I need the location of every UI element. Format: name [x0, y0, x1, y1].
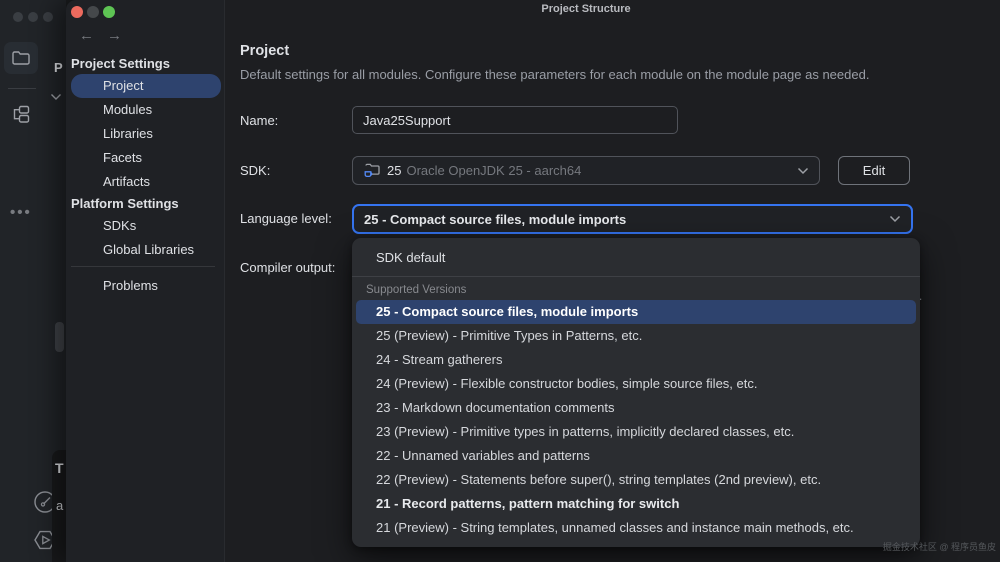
scrollbar-thumb[interactable] [55, 322, 64, 352]
inactive-traffic-light-icon[interactable] [43, 12, 53, 22]
sidebar-item-artifacts[interactable]: Artifacts [71, 170, 221, 194]
ide-tool-strip: ••• P T a [0, 0, 66, 562]
clipped-panel-text: T [55, 460, 64, 476]
dialog-title: Project Structure [541, 3, 631, 15]
maximize-window-icon[interactable] [103, 6, 115, 18]
dropdown-item[interactable]: 24 - Stream gatherers [356, 348, 916, 372]
dropdown-item[interactable]: 23 (Preview) - Primitive types in patter… [356, 420, 916, 444]
dropdown-item[interactable]: 22 (Preview) - Statements before super()… [356, 468, 916, 492]
structure-icon[interactable] [11, 104, 31, 124]
dropdown-item[interactable]: 23 - Markdown documentation comments [356, 396, 916, 420]
chevron-down-icon [797, 167, 809, 174]
folder-icon[interactable] [11, 48, 31, 68]
close-window-icon[interactable] [71, 6, 83, 18]
sidebar-item-project[interactable]: Project [71, 74, 221, 98]
sidebar-divider [71, 266, 215, 267]
name-label: Name: [240, 113, 279, 128]
chevron-down-icon[interactable] [50, 93, 62, 101]
dropdown-item[interactable]: 24 (Preview) - Flexible constructor bodi… [356, 372, 916, 396]
more-tools-icon[interactable]: ••• [10, 204, 32, 221]
sidebar-section-header: Project Settings [71, 56, 170, 71]
sidebar-section-header: Platform Settings [71, 196, 179, 211]
clipped-editor-text: a [56, 498, 64, 513]
language-level-label: Language level: [240, 211, 332, 226]
dropdown-item[interactable]: 21 (Preview) - String templates, unnamed… [356, 516, 916, 540]
page-title: Project [240, 43, 290, 59]
sidebar-item-sdks[interactable]: SDKs [71, 214, 221, 238]
back-icon[interactable]: ← [79, 27, 94, 44]
sdk-detail: Oracle OpenJDK 25 - aarch64 [406, 163, 582, 178]
inactive-traffic-light-icon[interactable] [13, 12, 23, 22]
dropdown-item-sdk-default[interactable]: SDK default [352, 244, 920, 271]
sidebar-item-problems[interactable]: Problems [103, 278, 158, 293]
sidebar-item-modules[interactable]: Modules [71, 98, 221, 122]
sdk-select[interactable]: 25 Oracle OpenJDK 25 - aarch64 [352, 156, 820, 185]
compiler-output-label: Compiler output: [240, 260, 336, 275]
project-name-input[interactable] [352, 106, 678, 134]
page-description: Default settings for all modules. Config… [240, 67, 870, 82]
project-structure-dialog: Project Structure ← → Project Settings Pr… [66, 0, 1000, 562]
language-level-select[interactable]: 25 - Compact source files, module import… [352, 204, 913, 234]
sidebar-item-libraries[interactable]: Libraries [71, 122, 221, 146]
sdk-label: SDK: [240, 163, 271, 178]
minimize-window-icon[interactable] [87, 6, 99, 18]
strip-divider [8, 88, 36, 89]
sidebar-item-facets[interactable]: Facets [71, 146, 221, 170]
dropdown-item[interactable]: 21 - Record patterns, pattern matching f… [356, 492, 916, 516]
language-level-value: 25 - Compact source files, module import… [364, 211, 627, 227]
forward-icon[interactable]: → [107, 27, 122, 44]
watermark-text: 掘金技术社区 @ 程序员鱼皮 [882, 542, 996, 552]
language-level-dropdown: SDK default Supported Versions 25 - Comp… [352, 238, 920, 547]
inactive-traffic-light-icon[interactable] [28, 12, 38, 22]
dropdown-item[interactable]: 25 - Compact source files, module import… [356, 300, 916, 324]
sdk-version: 25 [387, 163, 402, 178]
jdk-icon [364, 163, 380, 178]
sidebar-item-global-libraries[interactable]: Global Libraries [71, 238, 221, 262]
dropdown-group-header: Supported Versions [352, 276, 920, 300]
chevron-down-icon [889, 215, 901, 223]
clipped-background-panel: T a [52, 450, 66, 562]
dropdown-item[interactable]: 25 (Preview) - Primitive Types in Patter… [356, 324, 916, 348]
dropdown-items: 25 - Compact source files, module import… [352, 300, 920, 540]
dropdown-item[interactable]: 22 - Unnamed variables and patterns [356, 444, 916, 468]
sidebar-sections: Project Settings Project Modules Libraries F… [71, 54, 221, 262]
clipped-project-panel-title: P [54, 60, 63, 75]
edit-sdk-button[interactable]: Edit [838, 156, 910, 185]
